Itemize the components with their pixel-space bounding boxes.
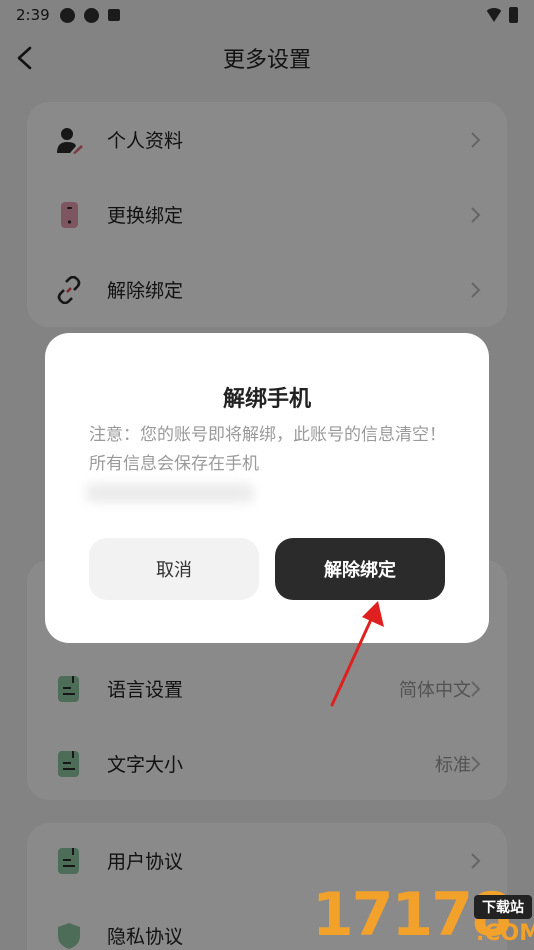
confirm-unbind-button[interactable]: 解除绑定 <box>275 538 445 600</box>
watermark-logo: 17178 下载站 .COM <box>312 875 534 950</box>
dialog-message: 注意：您的账号即将解绑，此账号的信息清空！所有信息会保存在手机 <box>89 425 446 474</box>
dialog-title: 解绑手机 <box>222 387 311 412</box>
annotation-arrow-icon <box>330 601 384 707</box>
blurred-phone-number <box>85 483 255 503</box>
unbind-dialog: 解绑手机 注意：您的账号即将解绑，此账号的信息清空！所有信息会保存在手机 取消 … <box>45 333 489 643</box>
watermark-domain: .COM <box>476 921 534 946</box>
watermark-tag: 下载站 <box>474 895 532 919</box>
cancel-button[interactable]: 取消 <box>89 538 259 600</box>
